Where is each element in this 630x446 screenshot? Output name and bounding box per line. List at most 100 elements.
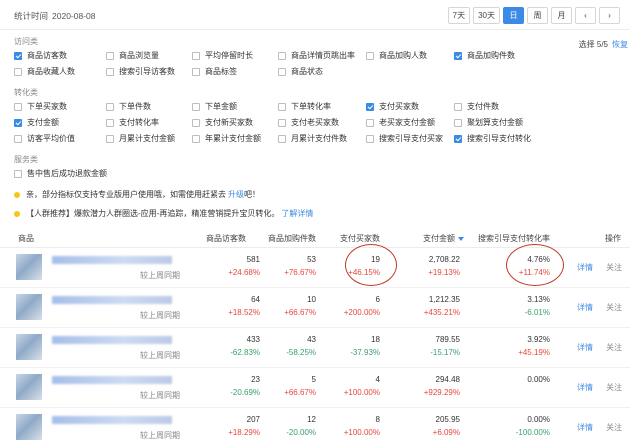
checkbox-new-buyers[interactable]: 支付新买家数 xyxy=(192,117,253,128)
range-7days-button[interactable]: 7天 xyxy=(447,7,471,24)
checkbox-visitors[interactable]: 商品访客数 xyxy=(14,50,67,61)
product-title[interactable] xyxy=(52,336,172,344)
follow-link[interactable]: 关注 xyxy=(606,302,622,313)
checkbox-pay-items[interactable]: 支付件数 xyxy=(454,101,499,112)
product-title[interactable] xyxy=(52,376,172,384)
checkbox-box[interactable] xyxy=(454,134,462,143)
product-title[interactable] xyxy=(52,256,172,264)
checkbox-box[interactable] xyxy=(192,102,200,111)
checkbox-box[interactable] xyxy=(454,118,462,127)
col-buyers[interactable]: 支付买家数 xyxy=(340,233,380,244)
checkbox-box[interactable] xyxy=(278,51,286,60)
col-search-conv[interactable]: 搜索引导支付转化率 xyxy=(478,233,550,244)
checkbox-month-items[interactable]: 月累计支付件数 xyxy=(278,133,347,144)
range-day-button[interactable]: 日 xyxy=(503,7,524,24)
checkbox-pay-buyers[interactable]: 支付买家数 xyxy=(366,101,419,112)
stat-time-date: 2020-08-08 xyxy=(52,11,96,21)
checkbox-box[interactable] xyxy=(278,118,286,127)
detail-link[interactable]: 详情 xyxy=(577,382,593,393)
follow-link[interactable]: 关注 xyxy=(606,382,622,393)
checkbox-product-status[interactable]: 商品状态 xyxy=(278,66,323,77)
product-thumbnail[interactable] xyxy=(16,374,42,400)
checkbox-box[interactable] xyxy=(14,67,22,76)
checkbox-box[interactable] xyxy=(14,169,22,178)
col-amount[interactable]: 支付金额 xyxy=(423,233,464,244)
checkbox-order-buyers[interactable]: 下单买家数 xyxy=(14,101,67,112)
follow-link[interactable]: 关注 xyxy=(606,262,622,273)
checkbox-order-conv[interactable]: 下单转化率 xyxy=(278,101,331,112)
checkbox-order-items[interactable]: 下单件数 xyxy=(106,101,151,112)
checkbox-box[interactable] xyxy=(14,134,22,143)
learn-more-link[interactable]: 了解详情 xyxy=(281,208,313,219)
checkbox-box[interactable] xyxy=(366,102,374,111)
product-title[interactable] xyxy=(52,416,172,424)
checkbox-box[interactable] xyxy=(14,118,22,127)
checkbox-month-amount[interactable]: 月累计支付金额 xyxy=(106,133,175,144)
checkbox-box[interactable] xyxy=(278,67,286,76)
product-thumbnail[interactable] xyxy=(16,414,42,440)
checkbox-addcart-items[interactable]: 商品加购件数 xyxy=(454,50,515,61)
col-actions: 操作 xyxy=(605,234,621,243)
product-thumbnail[interactable] xyxy=(16,334,42,360)
follow-link[interactable]: 关注 xyxy=(606,422,622,433)
detail-link[interactable]: 详情 xyxy=(577,302,593,313)
checkbox-addcart-users[interactable]: 商品加购人数 xyxy=(366,50,427,61)
chevron-right-icon[interactable]: › xyxy=(599,7,620,24)
follow-link[interactable]: 关注 xyxy=(606,342,622,353)
checkbox-favorites[interactable]: 商品收藏人数 xyxy=(14,66,75,77)
product-thumbnail[interactable] xyxy=(16,294,42,320)
checkbox-box[interactable] xyxy=(278,102,286,111)
checkbox-old-buyer-amount[interactable]: 老买家支付金额 xyxy=(366,117,435,128)
chevron-left-icon[interactable]: ‹ xyxy=(575,7,596,24)
checkbox-label: 聚划算支付金额 xyxy=(467,118,523,127)
checkbox-box[interactable] xyxy=(366,134,374,143)
product-thumbnail[interactable] xyxy=(16,254,42,280)
checkbox-box[interactable] xyxy=(192,118,200,127)
col-visitors[interactable]: 商品访客数 xyxy=(206,233,246,244)
checkbox-pay-conv[interactable]: 支付转化率 xyxy=(106,117,159,128)
detail-link[interactable]: 详情 xyxy=(577,422,593,433)
range-30days-button[interactable]: 30天 xyxy=(473,7,500,24)
checkbox-box[interactable] xyxy=(192,67,200,76)
checkbox-avg-stay[interactable]: 平均停留时长 xyxy=(192,50,253,61)
checkbox-order-amount[interactable]: 下单金额 xyxy=(192,101,237,112)
range-week-button[interactable]: 周 xyxy=(527,7,548,24)
checkbox-box[interactable] xyxy=(366,118,374,127)
checkbox-old-buyers[interactable]: 支付老买家数 xyxy=(278,117,339,128)
checkbox-search-pay-buyers[interactable]: 搜索引导支付买家 xyxy=(366,133,443,144)
checkbox-box[interactable] xyxy=(106,102,114,111)
checkbox-bounce-rate[interactable]: 商品详情页跳出率 xyxy=(278,50,355,61)
range-month-button[interactable]: 月 xyxy=(551,7,572,24)
checkbox-label: 月累计支付件数 xyxy=(291,134,347,143)
detail-link[interactable]: 详情 xyxy=(577,262,593,273)
checkbox-box[interactable] xyxy=(454,102,462,111)
checkbox-box[interactable] xyxy=(106,118,114,127)
checkbox-box[interactable] xyxy=(278,134,286,143)
checkbox-box[interactable] xyxy=(192,134,200,143)
checkbox-box[interactable] xyxy=(106,134,114,143)
checkbox-visitor-value[interactable]: 访客平均价值 xyxy=(14,133,75,144)
checkbox-search-visitors[interactable]: 搜索引导访客数 xyxy=(106,66,175,77)
checkbox-box[interactable] xyxy=(106,67,114,76)
amount-change: -15.17% xyxy=(430,348,460,357)
product-title[interactable] xyxy=(52,296,172,304)
checkbox-refund-amount[interactable]: 售中售后成功退款金额 xyxy=(14,168,107,179)
reset-link[interactable]: 恢复 xyxy=(612,40,628,49)
checkbox-box[interactable] xyxy=(366,51,374,60)
checkbox-box[interactable] xyxy=(14,102,22,111)
checkbox-search-pay-conv[interactable]: 搜索引导支付转化 xyxy=(454,133,531,144)
checkbox-box[interactable] xyxy=(14,51,22,60)
checkbox-box[interactable] xyxy=(454,51,462,60)
checkbox-product-tag[interactable]: 商品标签 xyxy=(192,66,237,77)
checkbox-juhuasuan-amount[interactable]: 聚划算支付金额 xyxy=(454,117,523,128)
checkbox-pay-amount[interactable]: 支付金额 xyxy=(14,117,59,128)
amount-value: 205.95 xyxy=(435,415,460,424)
checkbox-box[interactable] xyxy=(192,51,200,60)
detail-link[interactable]: 详情 xyxy=(577,342,593,353)
checkbox-pageviews[interactable]: 商品浏览量 xyxy=(106,50,159,61)
checkbox-box[interactable] xyxy=(106,51,114,60)
col-addcart[interactable]: 商品加购件数 xyxy=(268,233,316,244)
sort-down-icon[interactable] xyxy=(458,236,464,241)
upgrade-link[interactable]: 升级 xyxy=(228,189,244,200)
checkbox-year-amount[interactable]: 年累计支付金额 xyxy=(192,133,261,144)
